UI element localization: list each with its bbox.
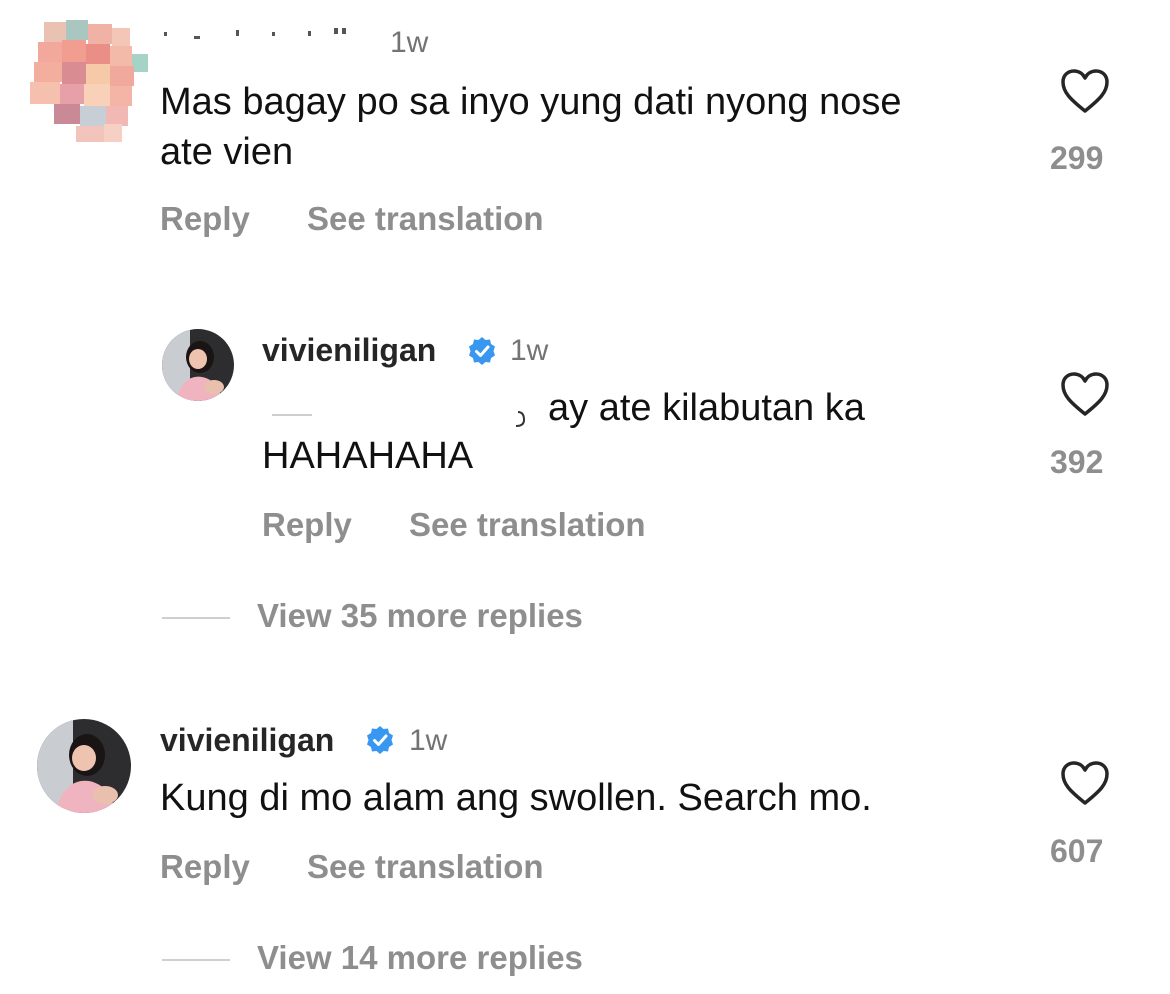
comment-text-line-2: ate vien xyxy=(160,131,294,173)
comment-text-line-1: Kung di mo alam ang swollen. Search mo. xyxy=(160,777,872,819)
avatar-photo xyxy=(162,329,234,401)
verified-badge-icon xyxy=(469,337,495,365)
redacted-username-marks xyxy=(164,28,346,39)
comment-2-reply: vivieniligan 1w ay ate kilabutan ka HAHA… xyxy=(0,300,1170,640)
redacted-mention xyxy=(262,394,542,434)
redacted-mention-marks xyxy=(272,411,526,427)
like-count: 299 xyxy=(1050,140,1104,176)
avatar-pixelated[interactable] xyxy=(30,20,150,145)
comment-username-blurred[interactable] xyxy=(160,22,360,52)
like-button[interactable] xyxy=(1060,68,1110,114)
view-replies-divider xyxy=(162,617,230,619)
view-more-replies-button[interactable]: View 14 more replies xyxy=(257,939,583,977)
reply-button[interactable]: Reply xyxy=(160,200,250,238)
avatar[interactable] xyxy=(37,719,131,813)
heart-icon xyxy=(1061,372,1109,416)
heart-icon xyxy=(1061,761,1109,805)
like-button[interactable] xyxy=(1060,760,1110,806)
reply-text-line-2: HAHAHAHA xyxy=(262,435,474,477)
verified-badge-icon xyxy=(367,726,393,754)
verified-badge xyxy=(365,725,395,760)
see-translation-button[interactable]: See translation xyxy=(307,200,544,238)
reply-button[interactable]: Reply xyxy=(160,848,250,886)
see-translation-button[interactable]: See translation xyxy=(307,848,544,886)
pixelated-avatar-image xyxy=(30,20,148,142)
view-more-replies-button[interactable]: View 35 more replies xyxy=(257,597,583,635)
comment-time: 1w xyxy=(409,724,448,757)
reply-button[interactable]: Reply xyxy=(262,506,352,544)
reply-text-line-1: ay ate kilabutan ka xyxy=(548,387,865,429)
avatar-photo xyxy=(37,719,131,813)
like-count: 607 xyxy=(1050,833,1104,869)
comment-3: vivieniligan 1w Kung di mo alam ang swol… xyxy=(0,700,1170,994)
verified-badge xyxy=(467,336,497,371)
avatar[interactable] xyxy=(162,329,234,401)
comment-1: 1w Mas bagay po sa inyo yung dati nyong … xyxy=(0,0,1170,260)
comment-username[interactable]: vivieniligan xyxy=(160,722,334,759)
like-count: 392 xyxy=(1050,444,1104,480)
comment-username[interactable]: vivieniligan xyxy=(262,332,436,369)
like-button[interactable] xyxy=(1060,371,1110,417)
comment-text-line-1: Mas bagay po sa inyo yung dati nyong nos… xyxy=(160,81,902,123)
heart-icon xyxy=(1061,69,1109,113)
comment-time: 1w xyxy=(510,334,549,367)
comment-time: 1w xyxy=(390,26,429,59)
view-replies-divider xyxy=(162,959,230,961)
see-translation-button[interactable]: See translation xyxy=(409,506,646,544)
